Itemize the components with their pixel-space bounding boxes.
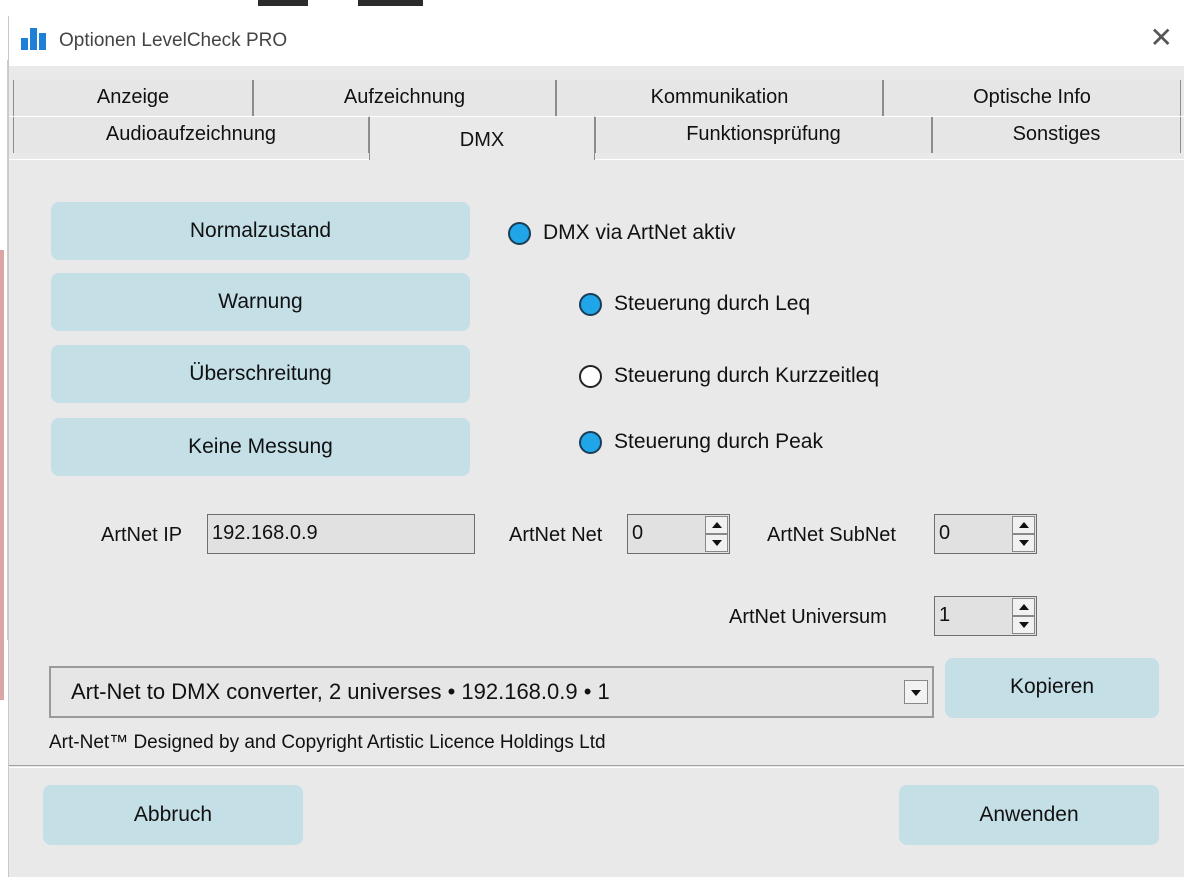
radio-dmx-via-artnet[interactable]: DMX via ArtNet aktiv — [508, 221, 736, 245]
artnet-universum-spinner[interactable]: 1 — [934, 596, 1037, 636]
artnet-net-spinner[interactable]: 0 — [627, 514, 730, 554]
tab-funktionspruefung[interactable]: Funktionsprüfung — [595, 117, 932, 153]
title-bar: Optionen LevelCheck PRO ✕ — [9, 16, 1184, 66]
tab-aufzeichnung[interactable]: Aufzeichnung — [253, 80, 556, 116]
tab-dmx[interactable]: DMX — [369, 116, 595, 160]
warnung-button[interactable]: Warnung — [51, 273, 470, 331]
spin-up-icon[interactable] — [1012, 598, 1035, 616]
spin-down-icon[interactable] — [1012, 534, 1035, 552]
artnet-net-label: ArtNet Net — [509, 524, 603, 546]
tab-optische-info[interactable]: Optische Info — [883, 80, 1181, 116]
radio-steuerung-kurzzeitleq[interactable]: Steuerung durch Kurzzeitleq — [579, 364, 879, 388]
anwenden-button[interactable]: Anwenden — [899, 785, 1159, 845]
bar-chart-icon — [21, 26, 49, 50]
device-select[interactable]: Art-Net to DMX converter, 2 universes • … — [49, 666, 934, 718]
chevron-down-icon[interactable] — [904, 680, 928, 704]
kopieren-button[interactable]: Kopieren — [945, 658, 1159, 718]
radio-dot-icon — [579, 430, 602, 454]
background-strip — [0, 0, 1184, 16]
spin-down-icon[interactable] — [705, 534, 728, 552]
artnet-universum-label: ArtNet Universum — [729, 606, 887, 628]
artnet-ip-label: ArtNet IP — [101, 524, 183, 546]
copyright-text: Art-Net™ Designed by and Copyright Artis… — [49, 732, 606, 753]
radio-dot-icon — [579, 364, 602, 388]
spin-up-icon[interactable] — [705, 516, 728, 534]
spin-up-icon[interactable] — [1012, 516, 1035, 534]
tab-audioaufzeichnung[interactable]: Audioaufzeichnung — [13, 117, 369, 153]
tab-anzeige[interactable]: Anzeige — [13, 80, 253, 116]
radio-steuerung-leq[interactable]: Steuerung durch Leq — [579, 292, 810, 316]
artnet-subnet-label: ArtNet SubNet — [767, 524, 896, 546]
close-icon[interactable]: ✕ — [1150, 24, 1173, 52]
background-edge — [0, 60, 8, 700]
options-dialog: Optionen LevelCheck PRO ✕ Anzeige Aufzei… — [8, 16, 1184, 877]
artnet-ip-input[interactable]: 192.168.0.9 — [207, 514, 475, 554]
normalzustand-button[interactable]: Normalzustand — [51, 202, 470, 260]
radio-steuerung-peak[interactable]: Steuerung durch Peak — [579, 430, 823, 454]
radio-dot-icon — [579, 292, 602, 316]
spin-down-icon[interactable] — [1012, 616, 1035, 634]
tab-kommunikation[interactable]: Kommunikation — [556, 80, 883, 116]
radio-dot-icon — [508, 221, 531, 245]
ueberschreitung-button[interactable]: Überschreitung — [51, 345, 470, 403]
artnet-subnet-spinner[interactable]: 0 — [934, 514, 1037, 554]
abbruch-button[interactable]: Abbruch — [43, 785, 303, 845]
tab-sonstiges[interactable]: Sonstiges — [932, 117, 1181, 153]
keine-messung-button[interactable]: Keine Messung — [51, 418, 470, 476]
window-title: Optionen LevelCheck PRO — [59, 30, 288, 51]
